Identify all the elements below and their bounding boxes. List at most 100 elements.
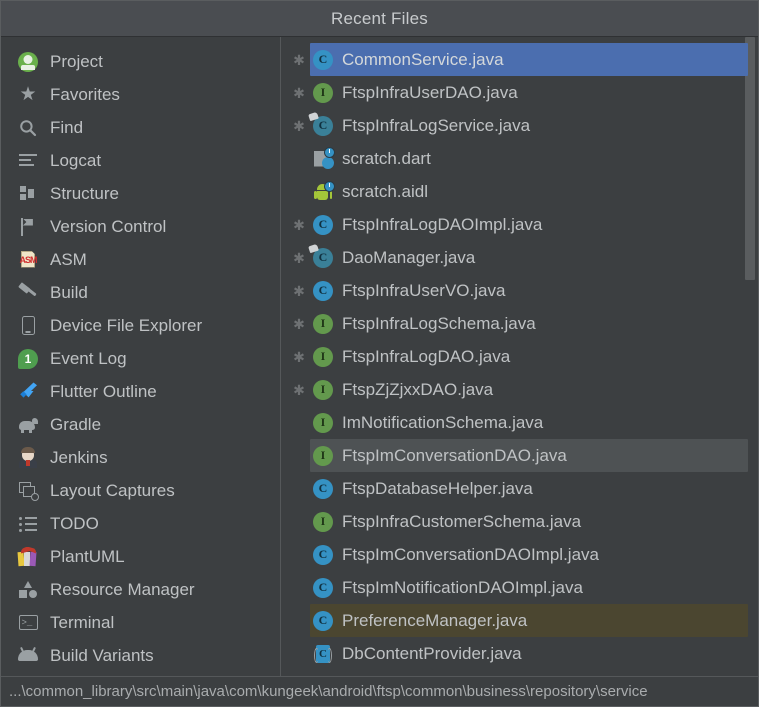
java-class-icon: C [312, 610, 334, 632]
modified-star-icon: ✱ [293, 117, 305, 134]
sidebar-item-device-file-explorer[interactable]: Device File Explorer [1, 309, 280, 342]
file-name-label: FtspInfraLogDAO.java [342, 346, 511, 366]
sidebar-item-jenkins[interactable]: Jenkins [1, 441, 280, 474]
sidebar-item-logcat[interactable]: Logcat [1, 144, 280, 177]
sidebar-item-label: Event Log [50, 348, 127, 368]
file-name-label: FtspInfraLogService.java [342, 115, 531, 135]
sidebar-item-todo[interactable]: TODO [1, 507, 280, 540]
android-head-icon [18, 650, 38, 661]
java-interface-icon: I [312, 511, 334, 533]
file-list-item[interactable]: ✱ C CommonService.java [281, 43, 758, 76]
sidebar-item-project[interactable]: Project [1, 45, 280, 78]
hammer-icon [17, 282, 39, 304]
sidebar-item-layout-captures[interactable]: Layout Captures [1, 474, 280, 507]
hammer-icon [17, 282, 38, 302]
file-list-item[interactable]: scratch.aidl [281, 175, 758, 208]
star-icon: ★ [17, 84, 39, 106]
tool-window-sidebar: Project ★ Favorites Find Logcat Structure Vers… [1, 37, 281, 676]
file-name-label: scratch.aidl [342, 181, 428, 201]
sidebar-item-resource-manager[interactable]: Resource Manager [1, 573, 280, 606]
file-list-item[interactable]: scratch.dart [281, 142, 758, 175]
scratch-dart-icon [312, 146, 335, 170]
android-studio-icon [18, 51, 38, 72]
sidebar-item-label: Build [50, 282, 88, 302]
file-list-item[interactable]: C FtspImConversationDAOImpl.java [281, 538, 758, 571]
file-list-item[interactable]: C FtspImNotificationDAOImpl.java [281, 571, 758, 604]
file-name-label: FtspInfraUserVO.java [342, 280, 506, 300]
sidebar-item-version-control[interactable]: Version Control [1, 210, 280, 243]
sidebar-item-event-log[interactable]: 1 Event Log [1, 342, 280, 375]
sidebar-item-structure[interactable]: Structure [1, 177, 280, 210]
resource-manager-icon [19, 580, 37, 599]
file-list-item[interactable]: C PreferenceManager.java [281, 604, 758, 637]
android-head-icon [17, 645, 39, 667]
modified-star-icon: ✱ [293, 216, 305, 233]
file-name-label: CommonService.java [342, 49, 504, 69]
terminal-icon: >_ [18, 615, 38, 630]
file-list-item[interactable]: I FtspInfraCustomerSchema.java [281, 505, 758, 538]
file-name-label: FtspImConversationDAO.java [342, 445, 567, 465]
java-interface-icon: I [312, 82, 334, 104]
sidebar-item-favorites[interactable]: ★ Favorites [1, 78, 280, 111]
modified-star-icon: ✱ [293, 51, 305, 68]
sidebar-item-label: PlantUML [50, 546, 125, 566]
file-name-label: ImNotificationSchema.java [342, 412, 544, 432]
resource-manager-icon [17, 579, 39, 601]
sidebar-item-label: Version Control [50, 216, 167, 236]
file-list-item[interactable]: C DbContentProvider.java [281, 637, 758, 670]
sidebar-item-label: Find [50, 117, 84, 137]
java-interface-icon: I [313, 412, 333, 433]
recent-files-list[interactable]: ✱ C CommonService.java ✱ I FtspInfraUserDAO.j… [281, 37, 758, 676]
sidebar-item-label: Gradle [50, 414, 102, 434]
sidebar-item-label: Resource Manager [50, 579, 195, 599]
file-list-item[interactable]: ✱ C FtspInfraUserVO.java [281, 274, 758, 307]
sidebar-item-terminal[interactable]: >_ Terminal [1, 606, 280, 639]
java-class-icon: C [312, 544, 334, 566]
java-interface-icon: I [313, 445, 333, 466]
scratch-dart-icon [314, 146, 335, 169]
file-list-item[interactable]: ✱ C DaoManager.java [281, 241, 758, 274]
sidebar-item-find[interactable]: Find [1, 111, 280, 144]
sidebar-item-flutter-outline[interactable]: Flutter Outline [1, 375, 280, 408]
logcat-icon [19, 154, 37, 167]
popup-title: Recent Files [331, 8, 428, 28]
sidebar-item-gradle[interactable]: Gradle [1, 408, 280, 441]
file-list-item[interactable]: I ImNotificationSchema.java [281, 406, 758, 439]
file-list-item[interactable]: ✱ I FtspInfraLogDAO.java [281, 340, 758, 373]
todo-list-icon [19, 516, 37, 532]
java-class-icon: C [313, 544, 333, 565]
version-control-icon [17, 216, 39, 238]
file-list-item[interactable]: I FtspImConversationDAO.java [281, 439, 758, 472]
java-interface-icon: I [313, 511, 333, 532]
file-list-item[interactable]: ✱ I FtspInfraUserDAO.java [281, 76, 758, 109]
sidebar-item-label: TODO [50, 513, 99, 533]
file-list-item[interactable]: ✱ C FtspInfraLogService.java [281, 109, 758, 142]
layout-captures-icon [17, 480, 39, 502]
modified-star-icon: ✱ [293, 381, 305, 398]
sidebar-item-build-variants[interactable]: Build Variants [1, 639, 280, 672]
file-name-label: DaoManager.java [342, 247, 476, 267]
sidebar-item-build[interactable]: Build [1, 276, 280, 309]
scratch-aidl-icon [312, 180, 335, 203]
java-interface-icon: I [313, 313, 333, 334]
java-class-icon: C [313, 49, 333, 70]
file-name-label: FtspImNotificationDAOImpl.java [342, 577, 583, 597]
star-icon: ★ [19, 84, 37, 105]
file-name-label: DbContentProvider.java [342, 643, 522, 663]
file-list-item[interactable]: ✱ I FtspInfraLogSchema.java [281, 307, 758, 340]
event-log-badge-icon: 1 [17, 348, 39, 370]
search-icon [17, 117, 39, 139]
file-list-item[interactable]: ✱ I FtspZjZjxxDAO.java [281, 373, 758, 406]
file-list-item[interactable]: C FtspDatabaseHelper.java [281, 472, 758, 505]
file-list-item[interactable]: ✱ C FtspInfraLogDAOImpl.java [281, 208, 758, 241]
flutter-icon [17, 381, 39, 403]
java-interface-icon: I [312, 445, 334, 467]
sidebar-item-asm[interactable]: ASM ASM [1, 243, 280, 276]
sidebar-item-plantuml[interactable]: PlantUML [1, 540, 280, 573]
java-class-icon: C [313, 280, 333, 301]
sidebar-item-label: ASM [50, 249, 87, 269]
sidebar-item-label: Build Variants [50, 645, 154, 665]
java-class-icon: C [313, 478, 333, 499]
asm-icon: ASM [17, 249, 39, 271]
phone-icon [21, 316, 35, 335]
